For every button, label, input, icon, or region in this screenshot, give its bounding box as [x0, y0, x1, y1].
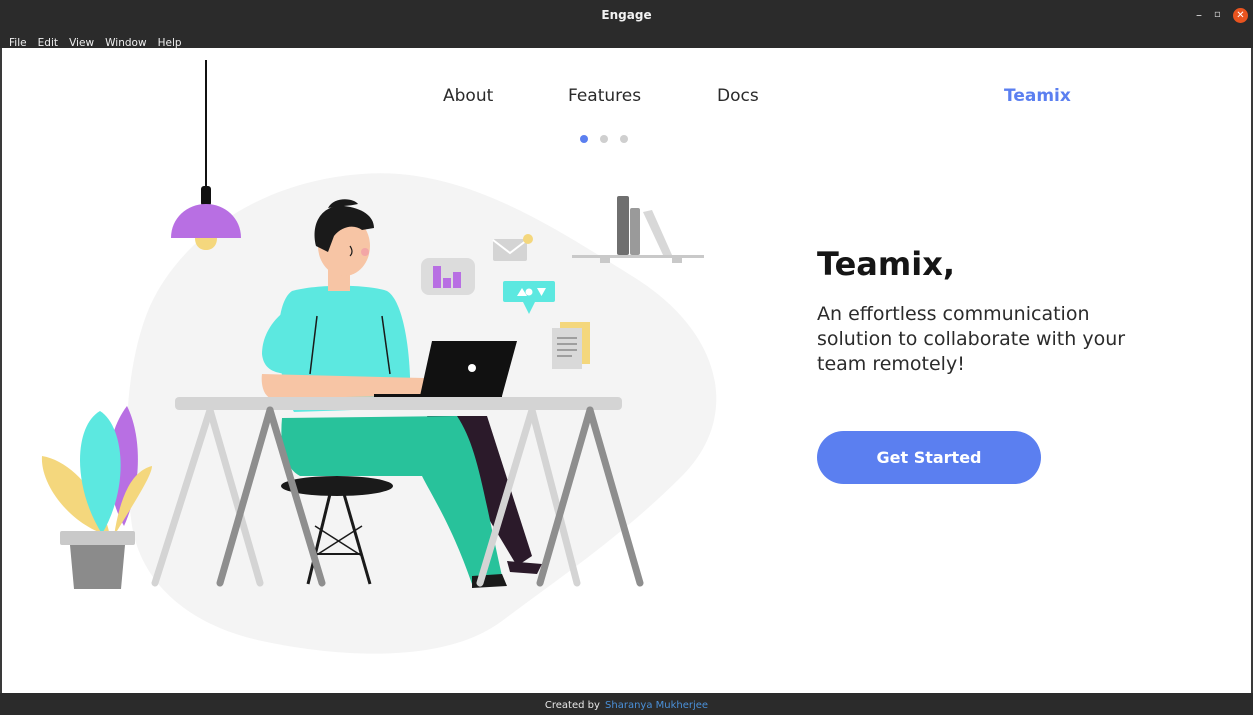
plant-icon	[41, 406, 152, 589]
footer: Created by Sharanya Mukherjee	[0, 693, 1253, 715]
window-title: Engage	[601, 8, 652, 22]
app-content: About Features Docs Teamix Teamix, An ef…	[0, 48, 1253, 693]
brand-logo[interactable]: Teamix	[1004, 86, 1071, 106]
get-started-button[interactable]: Get Started	[817, 431, 1041, 484]
menu-file[interactable]: File	[9, 35, 27, 49]
hero-illustration	[41, 60, 717, 654]
maximize-button[interactable]: ▫	[1214, 8, 1221, 22]
hero-title: Teamix,	[817, 245, 955, 283]
hero-subtitle: An effortless communication solution to …	[817, 303, 1126, 375]
lamp-icon	[171, 60, 241, 250]
minimize-button[interactable]: –	[1196, 8, 1202, 22]
close-button[interactable]: ✕	[1233, 8, 1248, 23]
footer-author-link[interactable]: Sharanya Mukherjee	[605, 700, 708, 711]
window-titlebar: Engage – ▫ ✕	[0, 0, 1253, 31]
menu-bar: File Edit View Window Help	[0, 31, 1253, 49]
menu-edit[interactable]: Edit	[38, 35, 58, 49]
menu-view[interactable]: View	[69, 35, 94, 49]
bar-chart-icon	[421, 258, 475, 295]
footer-credit: Created by	[544, 700, 600, 711]
document-icon	[552, 322, 590, 369]
menu-help[interactable]: Help	[158, 35, 182, 49]
menu-window[interactable]: Window	[105, 35, 146, 49]
